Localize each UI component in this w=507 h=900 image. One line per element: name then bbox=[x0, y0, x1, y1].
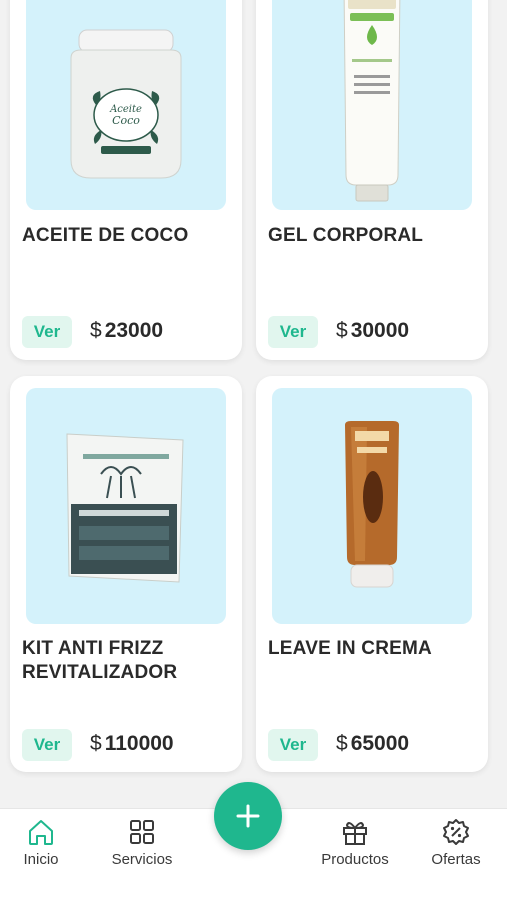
product-title: GEL CORPORAL bbox=[268, 225, 424, 246]
product-card[interactable]: GEL CORPORAL Ver $30000 bbox=[256, 0, 488, 360]
currency-symbol: $ bbox=[90, 732, 102, 755]
gift-icon bbox=[343, 822, 367, 845]
add-button[interactable] bbox=[214, 782, 282, 850]
grid-icon bbox=[130, 820, 154, 844]
currency-symbol: $ bbox=[90, 319, 102, 342]
screen: Aceite Coco ACEITE DE COCO Ver $23000 GE… bbox=[0, 0, 507, 900]
kit-box-icon bbox=[66, 433, 184, 583]
currency-symbol: $ bbox=[336, 319, 348, 342]
view-button[interactable]: Ver bbox=[22, 729, 72, 761]
nav-item-productos[interactable]: Productos bbox=[310, 817, 400, 868]
product-price: $110000 bbox=[90, 732, 174, 756]
nav-item-ofertas[interactable]: Ofertas bbox=[424, 817, 488, 868]
discount-badge-icon bbox=[443, 819, 469, 845]
currency-symbol: $ bbox=[336, 732, 348, 755]
product-card[interactable]: LEAVE IN CREMA Ver $65000 bbox=[256, 376, 488, 772]
view-button[interactable]: Ver bbox=[22, 316, 72, 348]
product-title: LEAVE IN CREMA bbox=[268, 638, 432, 659]
product-image bbox=[272, 388, 472, 624]
home-icon bbox=[29, 820, 53, 845]
price-value: 23000 bbox=[104, 319, 164, 342]
product-image bbox=[26, 388, 226, 624]
price-value: 30000 bbox=[350, 319, 410, 342]
product-price: $23000 bbox=[90, 319, 163, 343]
product-price: $65000 bbox=[336, 732, 409, 756]
nav-label: Inicio bbox=[23, 851, 59, 868]
price-value: 65000 bbox=[350, 732, 410, 755]
view-button[interactable]: Ver bbox=[268, 316, 318, 348]
view-button[interactable]: Ver bbox=[268, 729, 318, 761]
cream-tube-icon bbox=[345, 421, 399, 588]
product-card[interactable]: Aceite Coco ACEITE DE COCO Ver $23000 bbox=[10, 0, 242, 360]
product-image bbox=[272, 0, 472, 210]
nav-item-inicio[interactable]: Inicio bbox=[16, 817, 66, 868]
product-title: KIT ANTI FRIZZ REVITALIZADOR bbox=[22, 638, 178, 683]
price-value: 110000 bbox=[104, 732, 174, 755]
product-card[interactable]: KIT ANTI FRIZZ REVITALIZADOR Ver $110000 bbox=[10, 376, 242, 772]
plus-icon bbox=[236, 804, 260, 828]
product-price: $30000 bbox=[336, 319, 409, 343]
nav-label: Productos bbox=[321, 851, 389, 868]
nav-label: Servicios bbox=[111, 851, 173, 868]
nav-label: Ofertas bbox=[431, 851, 481, 868]
product-image: Aceite Coco bbox=[26, 0, 226, 210]
nav-item-servicios[interactable]: Servicios bbox=[102, 817, 182, 868]
product-title: ACEITE DE COCO bbox=[22, 225, 189, 246]
svg-text:Coco: Coco bbox=[112, 114, 140, 127]
gel-tube-icon bbox=[343, 0, 401, 202]
coconut-oil-jar-icon: Aceite Coco bbox=[70, 29, 182, 179]
product-grid: Aceite Coco ACEITE DE COCO Ver $23000 GE… bbox=[0, 0, 507, 808]
